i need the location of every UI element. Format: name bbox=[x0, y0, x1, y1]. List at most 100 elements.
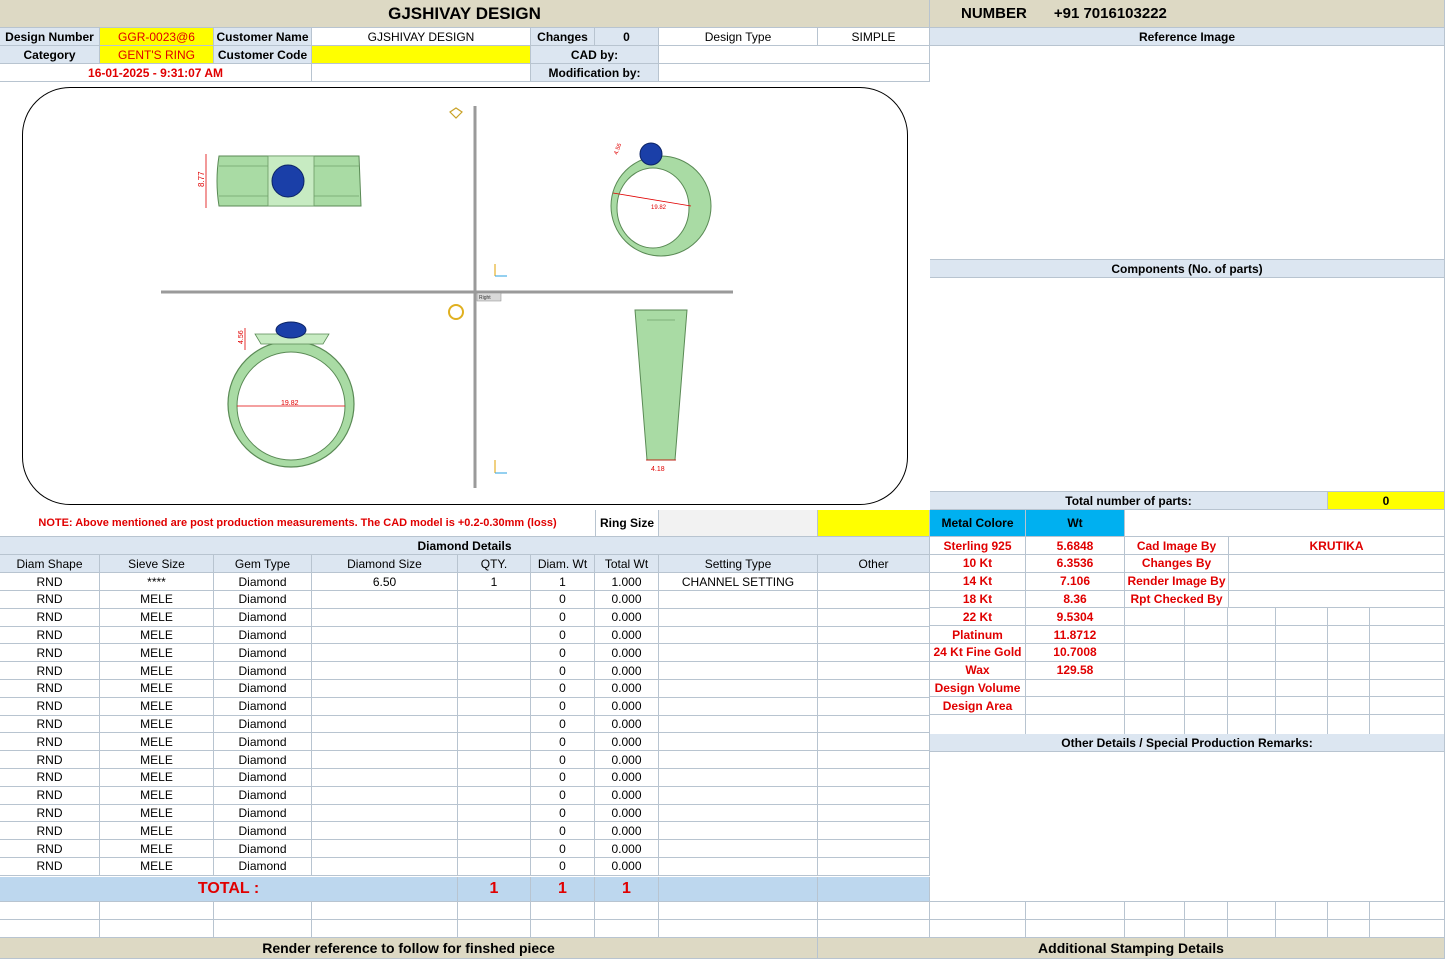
design-number-value[interactable]: GGR-0023@6 bbox=[100, 28, 214, 46]
cell-setting-type[interactable] bbox=[659, 768, 818, 787]
cell-qty[interactable]: 1 bbox=[458, 573, 531, 591]
cell-other[interactable] bbox=[818, 697, 930, 716]
cell-diamond-size[interactable] bbox=[312, 662, 458, 680]
cell-gem-type[interactable]: Diamond bbox=[214, 733, 312, 752]
cell-gem-type[interactable]: Diamond bbox=[214, 768, 312, 787]
cell-qty[interactable] bbox=[458, 840, 531, 858]
cell-gem-type[interactable]: Diamond bbox=[214, 679, 312, 698]
cell-setting-type[interactable] bbox=[659, 857, 818, 876]
cell-other[interactable] bbox=[818, 768, 930, 787]
cell-gem-type[interactable]: Diamond bbox=[214, 857, 312, 876]
signoff-value[interactable] bbox=[1229, 590, 1445, 609]
cell-setting-type[interactable] bbox=[659, 733, 818, 752]
cell-other[interactable] bbox=[818, 590, 930, 609]
cell-other[interactable] bbox=[818, 608, 930, 627]
cell-total-wt[interactable]: 0.000 bbox=[595, 804, 659, 823]
cell-diam-wt[interactable]: 0 bbox=[531, 608, 595, 627]
cell-gem-type[interactable]: Diamond bbox=[214, 822, 312, 841]
cell-diam-wt[interactable]: 0 bbox=[531, 697, 595, 716]
cell-other[interactable] bbox=[818, 662, 930, 680]
cell-total-wt[interactable]: 1.000 bbox=[595, 573, 659, 591]
cell-qty[interactable] bbox=[458, 804, 531, 823]
cell-total-wt[interactable]: 0.000 bbox=[595, 786, 659, 805]
cell-total-wt[interactable]: 0.000 bbox=[595, 697, 659, 716]
total-parts-value[interactable]: 0 bbox=[1328, 492, 1445, 510]
cell-setting-type[interactable] bbox=[659, 697, 818, 716]
cell-qty[interactable] bbox=[458, 679, 531, 698]
cell-diamond-size[interactable] bbox=[312, 786, 458, 805]
cell-total-wt[interactable]: 0.000 bbox=[595, 662, 659, 680]
cell-setting-type[interactable] bbox=[659, 840, 818, 858]
cell-gem-type[interactable]: Diamond bbox=[214, 715, 312, 734]
cell-diam-wt[interactable]: 0 bbox=[531, 662, 595, 680]
cad-by-value[interactable] bbox=[659, 46, 930, 64]
cell-diam-wt[interactable]: 1 bbox=[531, 573, 595, 591]
cell-other[interactable] bbox=[818, 573, 930, 591]
cell-total-wt[interactable]: 0.000 bbox=[595, 768, 659, 787]
cell-diam-wt[interactable]: 0 bbox=[531, 857, 595, 876]
cell-setting-type[interactable] bbox=[659, 804, 818, 823]
cell-qty[interactable] bbox=[458, 608, 531, 627]
cell-other[interactable] bbox=[818, 822, 930, 841]
cell-diamond-size[interactable] bbox=[312, 857, 458, 876]
cell-diam-wt[interactable]: 0 bbox=[531, 804, 595, 823]
cell-gem-type[interactable]: Diamond bbox=[214, 840, 312, 858]
cell-total-wt[interactable]: 0.000 bbox=[595, 822, 659, 841]
cell-diamond-size[interactable] bbox=[312, 804, 458, 823]
cell-qty[interactable] bbox=[458, 697, 531, 716]
cell-diam-wt[interactable]: 0 bbox=[531, 822, 595, 841]
cell-qty[interactable] bbox=[458, 857, 531, 876]
cell-total-wt[interactable]: 0.000 bbox=[595, 840, 659, 858]
cell-other[interactable] bbox=[818, 626, 930, 645]
cell-diam-wt[interactable]: 0 bbox=[531, 715, 595, 734]
cell-qty[interactable] bbox=[458, 715, 531, 734]
cell-diamond-size[interactable] bbox=[312, 715, 458, 734]
cell-setting-type[interactable] bbox=[659, 822, 818, 841]
cell-setting-type[interactable] bbox=[659, 715, 818, 734]
cell-total-wt[interactable]: 0.000 bbox=[595, 679, 659, 698]
cell-other[interactable] bbox=[818, 786, 930, 805]
cell-diamond-size[interactable] bbox=[312, 590, 458, 609]
ring-size-highlight[interactable] bbox=[818, 510, 930, 537]
cell-total-wt[interactable]: 0.000 bbox=[595, 644, 659, 663]
cell-gem-type[interactable]: Diamond bbox=[214, 573, 312, 591]
cell-setting-type[interactable] bbox=[659, 751, 818, 769]
cell-diamond-size[interactable] bbox=[312, 768, 458, 787]
cell-other[interactable] bbox=[818, 857, 930, 876]
cell-total-wt[interactable]: 0.000 bbox=[595, 715, 659, 734]
customer-code-value[interactable] bbox=[312, 46, 531, 64]
cell-other[interactable] bbox=[818, 840, 930, 858]
cell-qty[interactable] bbox=[458, 786, 531, 805]
cell-qty[interactable] bbox=[458, 644, 531, 663]
cell-diamond-size[interactable] bbox=[312, 697, 458, 716]
customer-name-value[interactable]: GJSHIVAY DESIGN bbox=[312, 28, 531, 46]
ring-size-value[interactable] bbox=[659, 510, 818, 537]
cell-diam-wt[interactable]: 0 bbox=[531, 786, 595, 805]
signoff-value[interactable] bbox=[1229, 572, 1445, 591]
cell-diamond-size[interactable] bbox=[312, 751, 458, 769]
cell-setting-type[interactable]: CHANNEL SETTING bbox=[659, 573, 818, 591]
cell-total-wt[interactable]: 0.000 bbox=[595, 608, 659, 627]
cell-gem-type[interactable]: Diamond bbox=[214, 644, 312, 663]
other-details-area[interactable] bbox=[930, 752, 1445, 902]
cell-diam-wt[interactable]: 0 bbox=[531, 679, 595, 698]
cell-qty[interactable] bbox=[458, 590, 531, 609]
cell-gem-type[interactable]: Diamond bbox=[214, 751, 312, 769]
cell-diamond-size[interactable] bbox=[312, 679, 458, 698]
cell-diam-wt[interactable]: 0 bbox=[531, 626, 595, 645]
cell-diam-wt[interactable]: 0 bbox=[531, 768, 595, 787]
cell-qty[interactable] bbox=[458, 768, 531, 787]
signoff-value[interactable]: KRUTIKA bbox=[1229, 537, 1445, 555]
cell-setting-type[interactable] bbox=[659, 644, 818, 663]
cell-qty[interactable] bbox=[458, 751, 531, 769]
cell-gem-type[interactable]: Diamond bbox=[214, 608, 312, 627]
cell-diamond-size[interactable] bbox=[312, 644, 458, 663]
cell-gem-type[interactable]: Diamond bbox=[214, 697, 312, 716]
cell-gem-type[interactable]: Diamond bbox=[214, 804, 312, 823]
cell-gem-type[interactable]: Diamond bbox=[214, 662, 312, 680]
signoff-value[interactable] bbox=[1229, 554, 1445, 573]
cell-total-wt[interactable]: 0.000 bbox=[595, 733, 659, 752]
cell-gem-type[interactable]: Diamond bbox=[214, 626, 312, 645]
cell-setting-type[interactable] bbox=[659, 590, 818, 609]
cell-setting-type[interactable] bbox=[659, 786, 818, 805]
